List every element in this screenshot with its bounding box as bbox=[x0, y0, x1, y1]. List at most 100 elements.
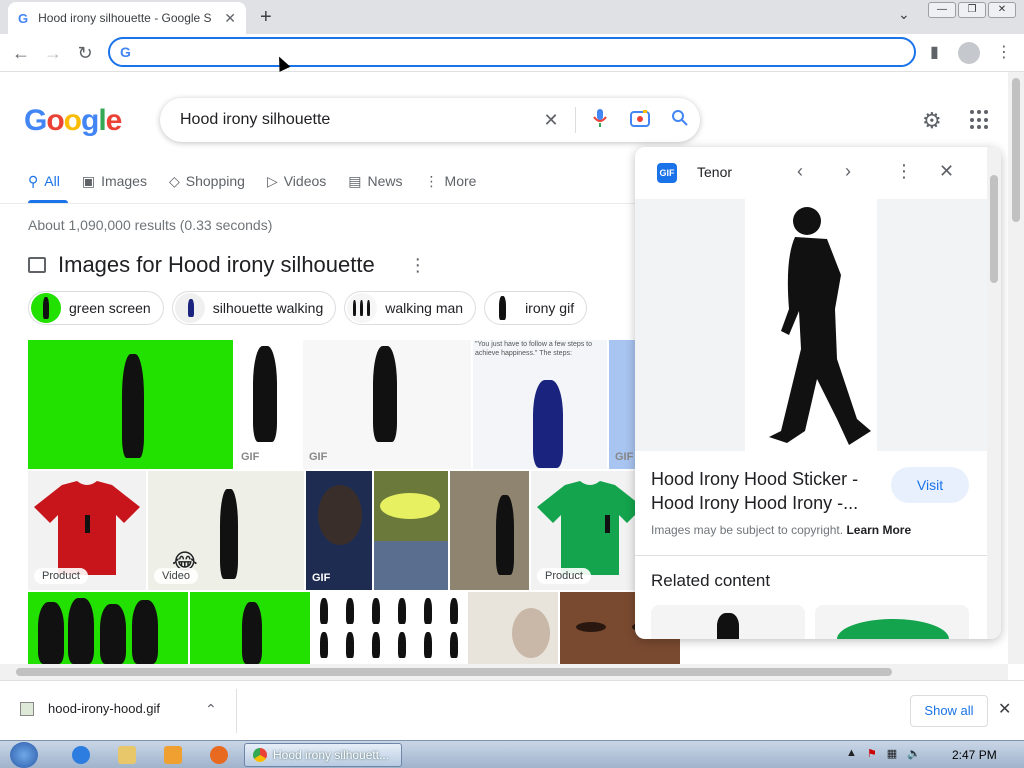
source-name[interactable]: Tenor bbox=[697, 164, 732, 180]
close-tab-icon[interactable]: ✕ bbox=[224, 10, 236, 27]
active-task-label: Hood irony silhouett... bbox=[273, 748, 390, 762]
panel-scrollbar-thumb[interactable] bbox=[990, 175, 998, 283]
preview-image-area[interactable] bbox=[635, 199, 987, 451]
chevron-up-icon[interactable]: ⌃ bbox=[205, 701, 217, 718]
file-explorer-icon[interactable] bbox=[118, 746, 136, 764]
windows-taskbar: Hood irony silhouett... ▲ ⚑ ▦ 🔈 2:47 PM bbox=[0, 740, 1024, 768]
clear-search-icon[interactable]: ✕ bbox=[531, 110, 571, 131]
more-options-icon[interactable]: ⋮ bbox=[409, 255, 427, 276]
google-apps-icon[interactable] bbox=[970, 110, 990, 130]
chip-thumbnail bbox=[174, 293, 205, 323]
show-hidden-icons-icon[interactable]: ▲ bbox=[846, 747, 857, 760]
forward-arrow-icon[interactable]: → bbox=[40, 40, 66, 66]
camera-lens-icon[interactable] bbox=[620, 109, 660, 132]
search-icon: ⚲ bbox=[28, 172, 39, 189]
image-file-icon bbox=[20, 701, 34, 716]
network-icon[interactable]: ▦ bbox=[887, 747, 897, 760]
action-center-flag-icon[interactable]: ⚑ bbox=[867, 747, 877, 760]
image-icon bbox=[28, 257, 46, 273]
internet-explorer-icon[interactable] bbox=[72, 746, 90, 764]
image-grid: GIF GIF "You just have to follow a few s… bbox=[28, 340, 680, 664]
more-vert-icon[interactable]: ⋮ bbox=[895, 161, 913, 182]
chrome-menu-icon[interactable]: ⋮ bbox=[996, 42, 1012, 62]
search-box[interactable]: Hood irony silhouette ✕ bbox=[160, 98, 700, 142]
related-image[interactable] bbox=[815, 605, 969, 639]
previous-chevron-icon[interactable]: ‹ bbox=[797, 161, 803, 182]
tab-shopping[interactable]: ◇ Shopping bbox=[169, 170, 245, 192]
firefox-icon[interactable] bbox=[210, 746, 228, 764]
tab-news[interactable]: ▤ News bbox=[348, 170, 402, 192]
image-result[interactable]: GIF bbox=[235, 340, 301, 469]
image-result[interactable]: Product bbox=[28, 471, 146, 590]
search-submit-icon[interactable] bbox=[660, 109, 700, 132]
address-input[interactable] bbox=[138, 44, 914, 60]
address-bar[interactable]: G bbox=[108, 37, 916, 67]
chip-irony-gif[interactable]: irony gif bbox=[484, 291, 588, 325]
browser-tab[interactable]: G Hood irony silhouette - Google S ✕ bbox=[8, 2, 246, 34]
page-vertical-scrollbar[interactable] bbox=[1008, 72, 1024, 664]
media-player-icon[interactable] bbox=[164, 746, 182, 764]
side-panel-icon[interactable]: ▮ bbox=[930, 42, 939, 62]
volume-muted-icon[interactable]: 🔈 bbox=[907, 747, 921, 760]
image-result[interactable] bbox=[450, 471, 529, 590]
image-result[interactable]: GIF bbox=[303, 340, 471, 469]
image-result[interactable] bbox=[374, 471, 448, 590]
profile-avatar[interactable] bbox=[958, 42, 980, 64]
taskbar-clock[interactable]: 2:47 PM bbox=[952, 748, 997, 762]
image-result[interactable] bbox=[28, 592, 188, 664]
image-result[interactable] bbox=[190, 592, 310, 664]
related-image[interactable] bbox=[651, 605, 805, 639]
chip-thumbnail bbox=[31, 293, 61, 323]
play-icon: ▷ bbox=[266, 172, 278, 189]
image-result[interactable]: "You just have to follow a few steps to … bbox=[473, 340, 607, 469]
tab-all[interactable]: ⚲ All bbox=[28, 170, 60, 192]
image-result[interactable] bbox=[468, 592, 558, 664]
new-tab-button[interactable]: + bbox=[260, 6, 272, 29]
google-g-icon: G bbox=[120, 44, 131, 60]
close-download-bar-icon[interactable]: ✕ bbox=[998, 699, 1011, 719]
image-result[interactable]: GIF bbox=[306, 471, 372, 590]
browser-toolbar: ← → ↻ G ▮ ⋮ bbox=[0, 34, 1024, 72]
tab-images[interactable]: ▣ Images bbox=[82, 170, 147, 192]
restore-button[interactable]: ❐ bbox=[958, 2, 986, 18]
learn-more-link[interactable]: Learn More bbox=[846, 523, 911, 537]
video-badge: Video bbox=[154, 568, 198, 584]
back-arrow-icon[interactable]: ← bbox=[8, 40, 34, 66]
tab-more[interactable]: ⋮ More bbox=[425, 170, 477, 192]
close-window-button[interactable]: ✕ bbox=[988, 2, 1016, 18]
page-horizontal-scrollbar[interactable] bbox=[0, 664, 1008, 680]
minimize-button[interactable]: — bbox=[928, 2, 956, 18]
search-query[interactable]: Hood irony silhouette bbox=[180, 111, 531, 129]
download-item[interactable]: hood-irony-hood.gif bbox=[20, 701, 160, 716]
download-bar: hood-irony-hood.gif ⌃ Show all ✕ bbox=[0, 680, 1024, 740]
preview-title[interactable]: Hood Irony Hood Sticker - Hood Irony Hoo… bbox=[651, 467, 879, 515]
chrome-taskbar-button[interactable]: Hood irony silhouett... bbox=[244, 743, 402, 767]
images-heading-text[interactable]: Images for Hood irony silhouette bbox=[58, 252, 375, 278]
next-chevron-icon[interactable]: › bbox=[845, 161, 851, 182]
start-button[interactable] bbox=[10, 742, 38, 768]
panel-scrollbar[interactable] bbox=[987, 147, 1001, 639]
tenor-logo-icon: GIF bbox=[657, 163, 677, 183]
show-all-button[interactable]: Show all bbox=[910, 695, 988, 727]
chip-thumbnail bbox=[347, 293, 378, 323]
download-filename: hood-irony-hood.gif bbox=[48, 701, 161, 716]
vertical-scrollbar-thumb[interactable] bbox=[1012, 78, 1020, 222]
settings-gear-icon[interactable]: ⚙ bbox=[922, 108, 942, 134]
chip-walking-man[interactable]: walking man bbox=[344, 291, 477, 325]
close-icon[interactable]: ✕ bbox=[939, 161, 954, 182]
panel-divider bbox=[635, 555, 987, 556]
refinement-chips: green screen silhouette walking walking … bbox=[28, 291, 588, 325]
result-stats: About 1,090,000 results (0.33 seconds) bbox=[28, 217, 273, 233]
image-result[interactable] bbox=[28, 340, 233, 469]
visit-button[interactable]: Visit bbox=[891, 467, 969, 503]
chip-green-screen[interactable]: green screen bbox=[28, 291, 164, 325]
reload-icon[interactable]: ↻ bbox=[72, 40, 98, 66]
microphone-icon[interactable] bbox=[580, 108, 620, 133]
tab-search-chevron-icon[interactable]: ⌄ bbox=[898, 6, 910, 23]
tab-videos[interactable]: ▷ Videos bbox=[267, 170, 326, 192]
image-result[interactable]: 😂 Video bbox=[148, 471, 304, 590]
horizontal-scrollbar-thumb[interactable] bbox=[16, 668, 892, 676]
image-result[interactable] bbox=[312, 592, 466, 664]
google-logo[interactable]: Google bbox=[24, 104, 122, 138]
chip-silhouette-walking[interactable]: silhouette walking bbox=[171, 291, 337, 325]
